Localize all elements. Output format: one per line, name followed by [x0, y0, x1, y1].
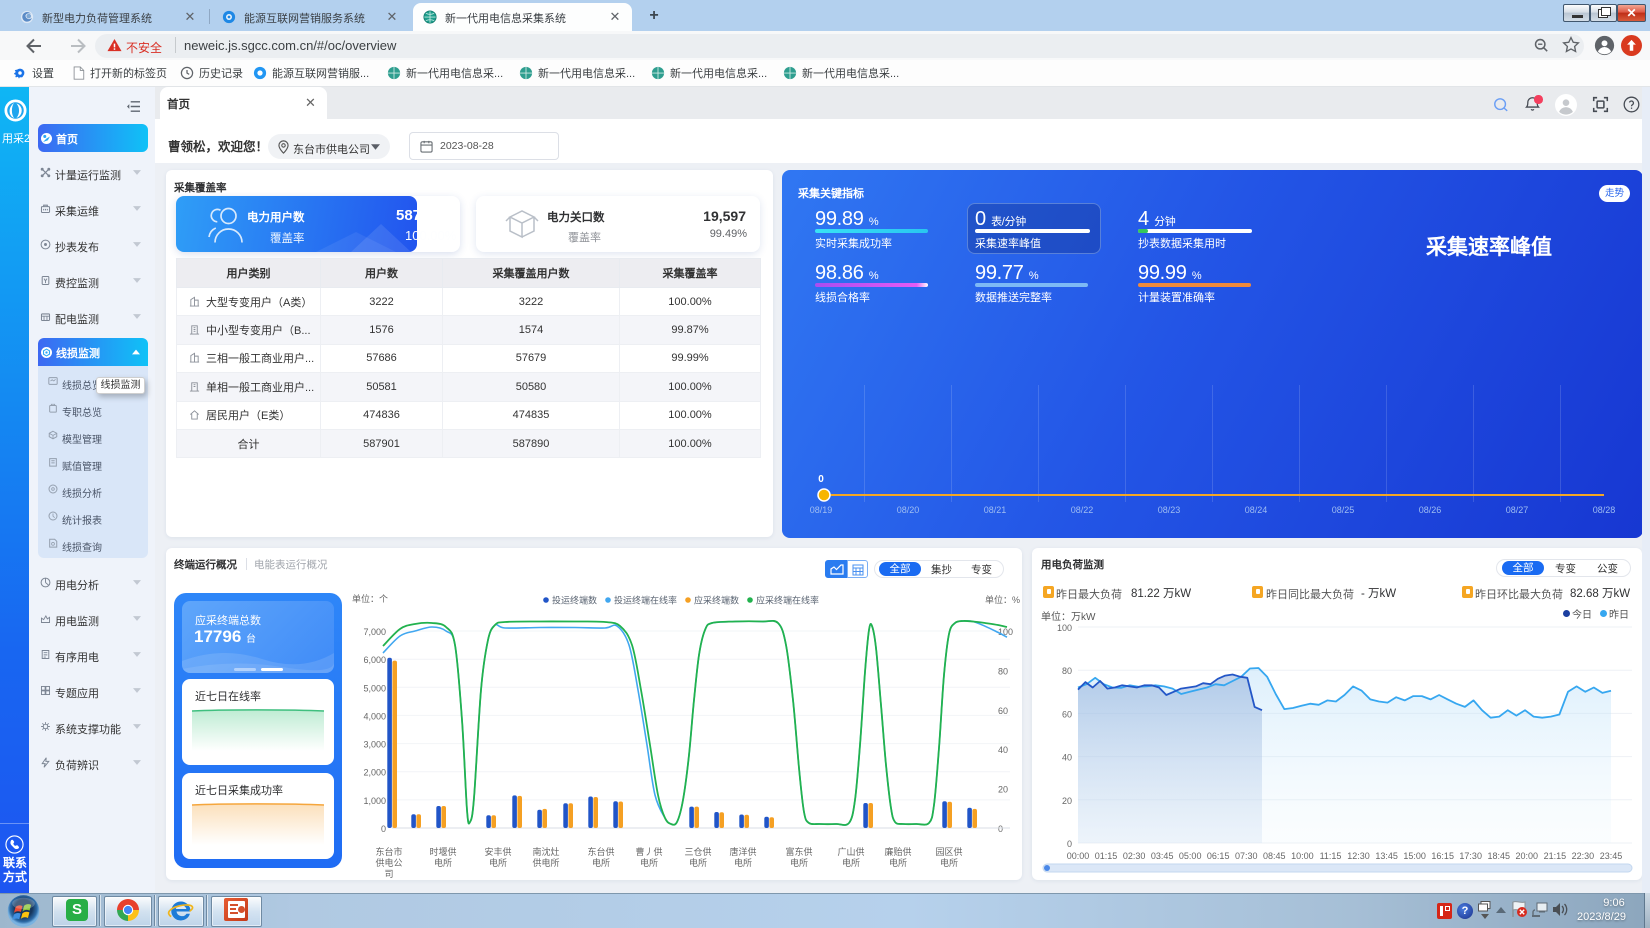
svg-text:15:00: 15:00 [1403, 851, 1426, 861]
svg-text:园区供: 园区供 [935, 846, 962, 857]
svg-text:0: 0 [381, 824, 386, 834]
svg-text:电所: 电所 [689, 857, 707, 868]
svg-text:电所: 电所 [790, 857, 808, 868]
svg-text:08/26: 08/26 [1419, 505, 1442, 515]
svg-text:16:15: 16:15 [1431, 851, 1454, 861]
svg-text:广山供: 广山供 [837, 846, 864, 857]
svg-text:80: 80 [1062, 666, 1072, 676]
svg-text:4,000: 4,000 [363, 711, 386, 721]
svg-text:唐洋供: 唐洋供 [729, 846, 756, 857]
svg-text:08/25: 08/25 [1332, 505, 1355, 515]
svg-text:电所: 电所 [592, 857, 610, 868]
svg-text:18:45: 18:45 [1488, 851, 1511, 861]
svg-text:60: 60 [998, 706, 1008, 716]
svg-text:东台市: 东台市 [375, 846, 402, 857]
svg-text:23:45: 23:45 [1600, 851, 1623, 861]
svg-text:曹丿供: 曹丿供 [635, 846, 662, 857]
svg-text:08:45: 08:45 [1263, 851, 1286, 861]
svg-text:6,000: 6,000 [363, 655, 386, 665]
svg-text:电所: 电所 [842, 857, 860, 868]
svg-text:02:30: 02:30 [1123, 851, 1146, 861]
svg-text:20: 20 [998, 785, 1008, 795]
svg-text:08/22: 08/22 [1071, 505, 1094, 515]
svg-text:08/24: 08/24 [1245, 505, 1268, 515]
svg-text:3,000: 3,000 [363, 740, 386, 750]
svg-text:11:15: 11:15 [1320, 851, 1342, 861]
svg-text:10:00: 10:00 [1291, 851, 1314, 861]
svg-text:08/20: 08/20 [897, 505, 920, 515]
svg-text:01:15: 01:15 [1095, 851, 1118, 861]
svg-text:2,000: 2,000 [363, 768, 386, 778]
svg-text:7,000: 7,000 [363, 627, 386, 637]
svg-text:20: 20 [1062, 796, 1072, 806]
svg-text:应采终端在线率: 应采终端在线率 [756, 595, 819, 606]
svg-text:17:30: 17:30 [1459, 851, 1482, 861]
svg-text:单位：个: 单位：个 [352, 593, 388, 604]
svg-text:07:30: 07:30 [1235, 851, 1258, 861]
svg-text:08/23: 08/23 [1158, 505, 1181, 515]
svg-text:08/21: 08/21 [984, 505, 1007, 515]
svg-text:东台供: 东台供 [587, 846, 614, 857]
svg-text:60: 60 [1062, 709, 1072, 719]
svg-text:应采终端数: 应采终端数 [694, 595, 739, 606]
svg-text:廉贻供: 廉贻供 [884, 846, 911, 857]
svg-text:富东供: 富东供 [785, 846, 812, 857]
svg-text:100: 100 [1057, 623, 1072, 633]
svg-text:13:45: 13:45 [1375, 851, 1398, 861]
svg-text:20:00: 20:00 [1516, 851, 1539, 861]
svg-text:供电公: 供电公 [375, 857, 402, 868]
svg-text:电所: 电所 [734, 857, 752, 868]
svg-text:40: 40 [998, 745, 1008, 755]
svg-text:投运终端数: 投运终端数 [552, 595, 597, 606]
svg-text:电所: 电所 [889, 857, 907, 868]
svg-text:单位：%: 单位：% [985, 594, 1020, 605]
svg-text:0: 0 [818, 474, 824, 485]
svg-text:21:15: 21:15 [1544, 851, 1567, 861]
svg-text:06:15: 06:15 [1207, 851, 1230, 861]
svg-text:司: 司 [384, 869, 393, 879]
svg-text:安丰供: 安丰供 [484, 846, 511, 857]
svg-text:时堰供: 时堰供 [429, 846, 456, 857]
svg-text:08/19: 08/19 [810, 505, 833, 515]
svg-text:08/28: 08/28 [1593, 505, 1616, 515]
svg-text:电所: 电所 [489, 857, 507, 868]
svg-text:电所: 电所 [434, 857, 452, 868]
svg-text:05:00: 05:00 [1179, 851, 1202, 861]
svg-text:电所: 电所 [940, 857, 958, 868]
svg-text:三仓供: 三仓供 [684, 846, 711, 857]
svg-text:12:30: 12:30 [1347, 851, 1370, 861]
svg-text:80: 80 [998, 666, 1008, 676]
svg-text:0: 0 [998, 824, 1003, 834]
svg-text:40: 40 [1062, 753, 1072, 763]
svg-text:03:45: 03:45 [1151, 851, 1174, 861]
svg-text:22:30: 22:30 [1572, 851, 1595, 861]
svg-text:0: 0 [1067, 839, 1072, 849]
svg-text:08/27: 08/27 [1506, 505, 1529, 515]
svg-text:供电所: 供电所 [532, 857, 559, 868]
svg-text:1,000: 1,000 [363, 796, 386, 806]
svg-text:电所: 电所 [640, 857, 658, 868]
svg-text:5,000: 5,000 [363, 683, 386, 693]
svg-text:投运终端在线率: 投运终端在线率 [614, 595, 677, 606]
svg-text:00:00: 00:00 [1067, 851, 1090, 861]
svg-text:南沈灶: 南沈灶 [532, 846, 559, 857]
